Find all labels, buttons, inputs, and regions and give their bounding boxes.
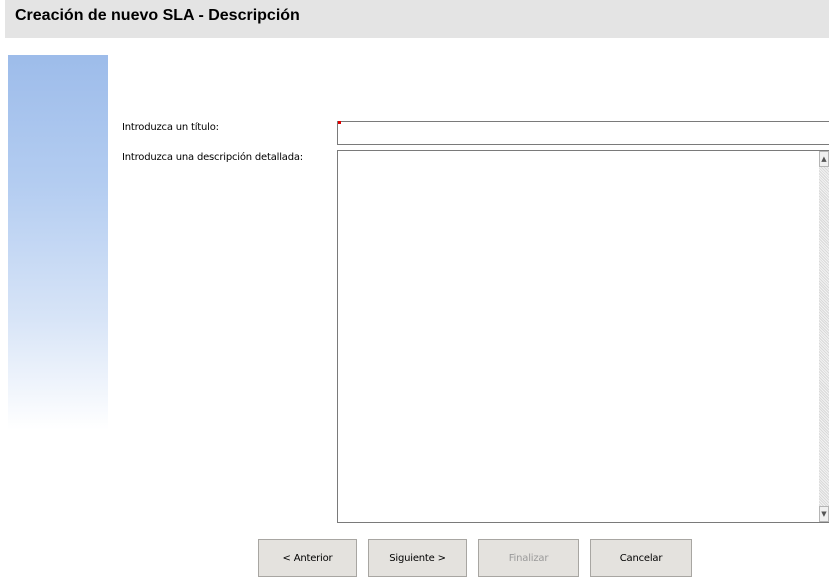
next-button[interactable]: Siguiente > [368,539,467,577]
header-bar: Creación de nuevo SLA - Descripción [5,0,829,38]
description-textarea[interactable] [337,150,829,523]
finish-button[interactable]: Finalizar [478,539,579,577]
wizard-side-banner [8,55,108,430]
description-scrollbar[interactable] [819,151,829,522]
scroll-up-arrow-icon[interactable]: ▲ [819,151,829,167]
title-input[interactable] [337,121,829,145]
scroll-down-arrow-icon[interactable]: ▼ [819,506,829,522]
title-label: Introduzca un título: [122,122,219,133]
description-label: Introduzca una descripción detallada: [122,152,303,163]
previous-button[interactable]: < Anterior [258,539,357,577]
page-title: Creación de nuevo SLA - Descripción [15,7,300,24]
cancel-button[interactable]: Cancelar [590,539,692,577]
required-field-marker [338,121,341,124]
